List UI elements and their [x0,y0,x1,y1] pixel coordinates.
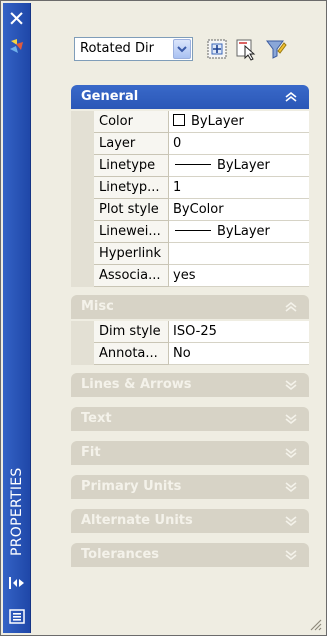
property-row-plot-style[interactable]: Plot style ByColor [71,199,309,221]
chevron-down-icon[interactable] [283,513,299,529]
property-row-lineweight[interactable]: Linewei... ByLayer [71,221,309,243]
property-value-lineweight[interactable]: ByLayer [169,221,309,243]
section-text-label: Text [81,411,112,426]
property-row-color[interactable]: Color ByLayer [71,111,309,133]
property-name: Hyperlink [94,243,169,265]
property-list: General Color ByLayer Layer 0 Linetype B… [71,85,309,577]
section-alternate-units-label: Alternate Units [81,513,193,528]
property-row-dim-style[interactable]: Dim style ISO-25 [71,321,309,343]
section-text-header[interactable]: Text [71,407,309,431]
chevron-up-icon[interactable] [283,89,299,105]
property-value-associative[interactable]: yes [169,265,309,287]
section-fit-header[interactable]: Fit [71,441,309,465]
property-name: Linewei... [94,221,169,243]
property-row-linetype-scale[interactable]: Linetyp... 1 [71,177,309,199]
palette-toolbar: Rotated Dir [74,37,314,63]
section-tolerances-label: Tolerances [81,547,160,562]
property-value-annotative[interactable]: No [169,343,309,365]
property-row-annotative[interactable]: Annota... No [71,343,309,365]
section-general-rows: Color ByLayer Layer 0 Linetype ByLayer L… [71,111,309,287]
color-swatch-icon [173,114,185,126]
properties-palette: ✕ PROPERTIES Rotated Dir General Color B… [0,0,327,636]
section-primary-units-label: Primary Units [81,479,182,494]
property-value-layer[interactable]: 0 [169,133,309,155]
chevron-down-icon[interactable] [283,547,299,563]
chevron-down-icon[interactable] [283,411,299,427]
section-fit-label: Fit [81,445,101,460]
property-name: Layer [94,133,169,155]
property-value-color[interactable]: ByLayer [169,111,309,133]
resize-grip-icon[interactable] [308,617,322,631]
property-row-linetype[interactable]: Linetype ByLayer [71,155,309,177]
palette-title-bar[interactable]: ✕ PROPERTIES [3,3,31,633]
object-type-dropdown[interactable]: Rotated Dir [74,37,193,61]
property-name: Linetype [94,155,169,177]
property-value-plot-style[interactable]: ByColor [169,199,309,221]
chevron-down-icon[interactable] [283,377,299,393]
section-general-label: General [81,89,139,104]
property-name: Dim style [94,321,169,343]
auto-hide-icon[interactable] [8,37,26,55]
object-type-value: Rotated Dir [80,41,154,56]
property-name: Linetyp... [94,177,169,199]
property-row-associative[interactable]: Associa... yes [71,265,309,287]
chevron-up-icon[interactable] [283,299,299,315]
close-icon[interactable]: ✕ [3,9,30,30]
section-tolerances-header[interactable]: Tolerances [71,543,309,567]
section-misc-rows: Dim style ISO-25 Annota... No [71,321,309,365]
quick-select-icon[interactable] [264,37,288,61]
property-value-hyperlink[interactable] [169,243,309,265]
palette-title: PROPERTIES [9,467,25,556]
property-name: Color [94,111,169,133]
chevron-down-icon[interactable] [173,39,191,59]
properties-toggle-icon[interactable] [8,576,26,590]
chevron-down-icon[interactable] [283,479,299,495]
property-row-hyperlink[interactable]: Hyperlink [71,243,309,265]
property-name: Annota... [94,343,169,365]
property-name: Associa... [94,265,169,287]
section-primary-units-header[interactable]: Primary Units [71,475,309,499]
select-objects-icon[interactable] [234,37,258,61]
menu-icon[interactable] [9,609,25,624]
property-value-linetype[interactable]: ByLayer [169,155,309,177]
property-value-dim-style[interactable]: ISO-25 [169,321,309,343]
line-sample-icon [175,164,211,165]
section-misc-header[interactable]: Misc [71,295,309,319]
property-name: Plot style [94,199,169,221]
chevron-down-icon[interactable] [283,445,299,461]
toggle-pickadd-icon[interactable] [205,37,229,61]
line-sample-icon [175,230,211,231]
section-lines-arrows-label: Lines & Arrows [81,377,192,392]
section-general-header[interactable]: General [71,85,309,109]
property-row-layer[interactable]: Layer 0 [71,133,309,155]
section-misc-label: Misc [81,299,114,314]
property-value-linetype-scale[interactable]: 1 [169,177,309,199]
section-alternate-units-header[interactable]: Alternate Units [71,509,309,533]
section-lines-arrows-header[interactable]: Lines & Arrows [71,373,309,397]
